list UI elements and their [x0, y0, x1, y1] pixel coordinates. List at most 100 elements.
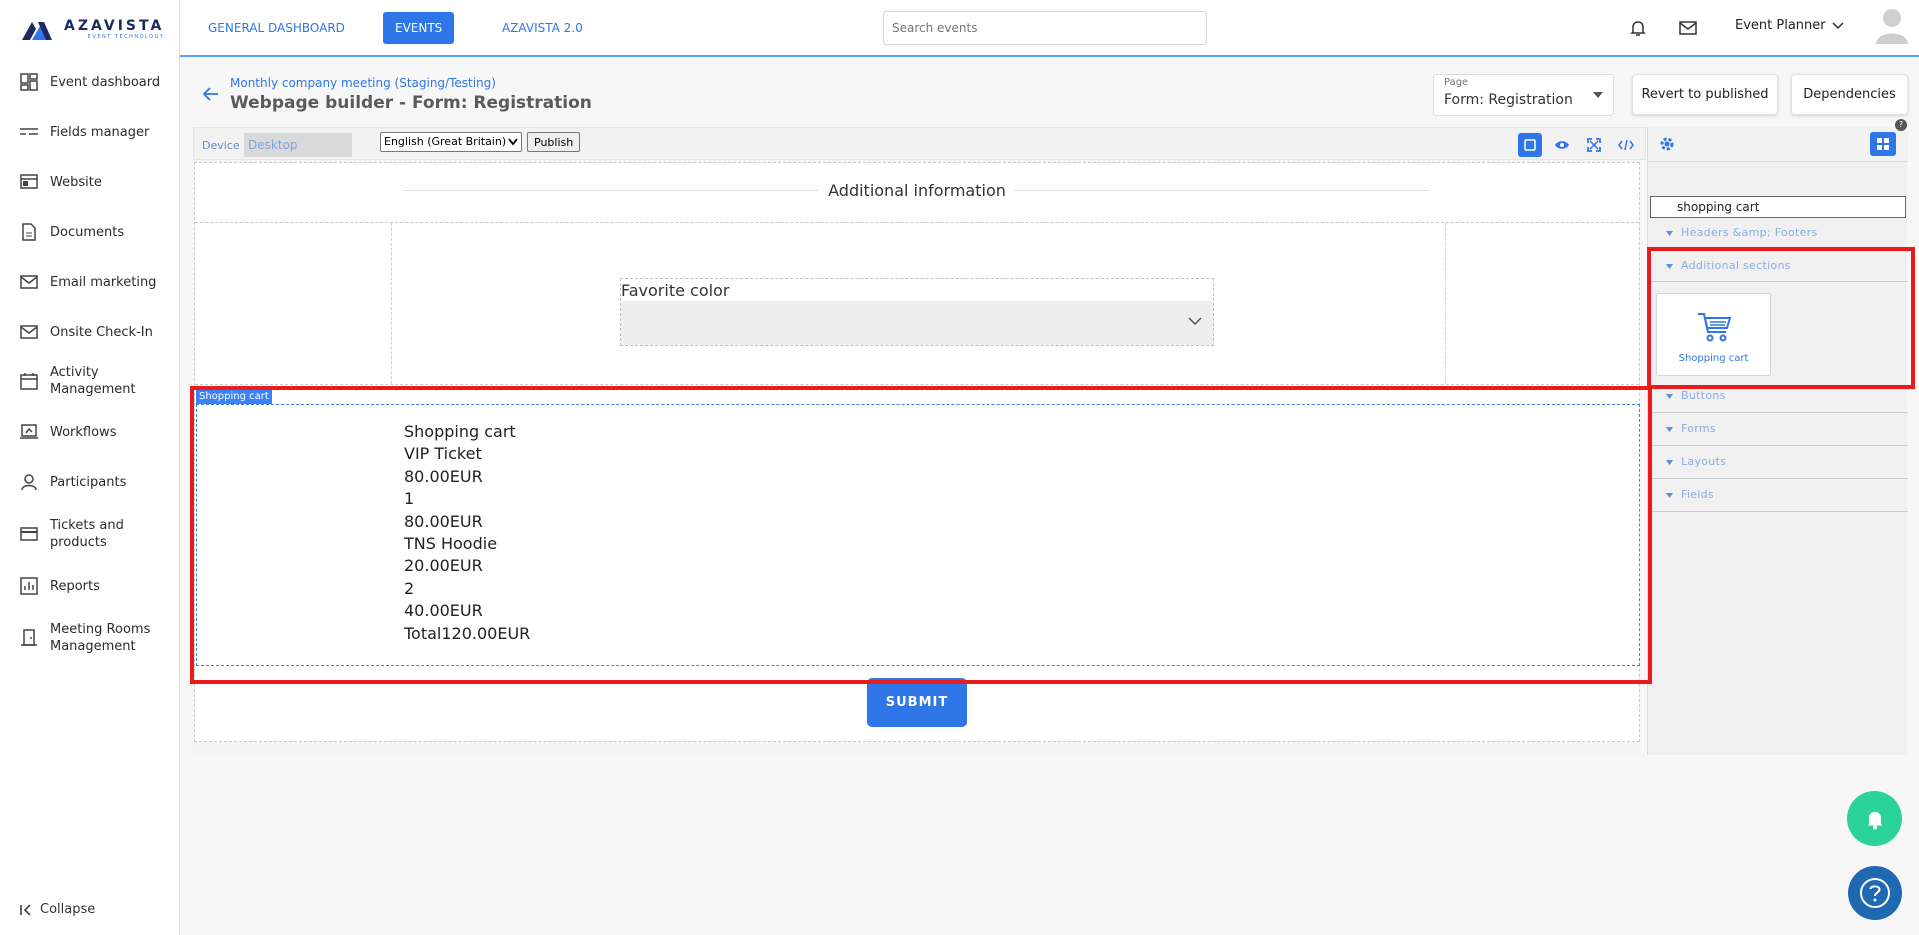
category-headers-footers[interactable]: Headers &amp; Footers — [1648, 219, 1908, 249]
top-bar: GENERAL DASHBOARD EVENTS AZAVISTA 2.0 Ev… — [180, 0, 1919, 57]
sidebar-item-fields-manager[interactable]: Fields manager — [0, 122, 180, 142]
sidebar-item-meeting-rooms-management[interactable]: Meeting Rooms Management — [0, 621, 180, 655]
sidebar-item-event-dashboard[interactable]: Event dashboard — [0, 72, 180, 92]
shopping-cart-block[interactable]: Shopping cart VIP Ticket 80.00EUR 1 80.0… — [196, 404, 1640, 666]
collapse-button[interactable]: Collapse — [20, 902, 95, 917]
favorite-color-field[interactable]: Favorite color — [620, 278, 1214, 346]
azavista-logo-icon — [22, 22, 52, 40]
mail-icon[interactable] — [1678, 18, 1698, 38]
chevron-down-icon — [1188, 317, 1202, 326]
caret-down-icon — [1666, 493, 1673, 498]
shopping-cart-block-tile[interactable]: Shopping cart — [1656, 293, 1771, 376]
gear-icon[interactable] — [1658, 135, 1676, 153]
section-title-row[interactable]: Additional information — [195, 163, 1639, 223]
category-buttons[interactable]: Buttons — [1648, 382, 1908, 413]
category-label: Additional sections — [1681, 259, 1791, 272]
user-menu[interactable]: Event Planner — [1735, 18, 1844, 33]
search-input[interactable] — [883, 11, 1207, 45]
sidebar-item-label: Email marketing — [50, 274, 157, 290]
sidebar-item-participants[interactable]: Participants — [0, 472, 180, 492]
eye-icon — [1555, 141, 1569, 149]
avatar[interactable] — [1874, 6, 1910, 44]
submit-button[interactable]: SUBMIT — [867, 678, 967, 727]
collapse-label: Collapse — [40, 902, 96, 917]
favorite-color-row[interactable]: Favorite color — [195, 223, 1639, 385]
brand-logo[interactable]: AZAVISTA EVENT TECHNOLOGY — [22, 16, 164, 42]
revert-to-published-button[interactable]: Revert to published — [1632, 74, 1778, 115]
sidebar-item-label: Event dashboard — [50, 74, 161, 90]
sidebar-item-label: Website — [50, 174, 102, 190]
sidebar-item-label: Activity Management — [50, 365, 136, 397]
sidebar-item-documents[interactable]: Documents — [0, 222, 180, 242]
mail-icon — [19, 272, 39, 292]
favorite-color-label: Favorite color — [621, 281, 730, 300]
view-components-button[interactable] — [1518, 133, 1542, 157]
document-icon — [19, 222, 39, 242]
preview-button[interactable] — [1550, 133, 1574, 157]
brand-name: AZAVISTA — [64, 17, 165, 34]
sidebar-item-label: Participants — [50, 474, 127, 490]
help-fab[interactable] — [1848, 866, 1902, 920]
dependencies-button[interactable]: Dependencies — [1791, 74, 1908, 115]
language-select[interactable]: English (Great Britain) — [380, 132, 522, 152]
sidebar-item-tickets-and-products[interactable]: Tickets and products — [0, 517, 180, 551]
shopping-cart-block-tag: Shopping cart — [196, 390, 272, 404]
bell-icon — [1867, 811, 1882, 829]
category-fields[interactable]: Fields — [1648, 481, 1908, 512]
device-select[interactable]: Desktop — [244, 133, 352, 157]
cart-item-name: TNS Hoodie — [404, 534, 498, 554]
column-divider — [1445, 223, 1446, 384]
help-badge[interactable]: ? — [1895, 119, 1907, 131]
caret-down-icon — [1666, 460, 1673, 465]
category-layouts[interactable]: Layouts — [1648, 448, 1908, 479]
sidebar-item-email-marketing[interactable]: Email marketing — [0, 272, 180, 292]
breadcrumb[interactable]: Monthly company meeting (Staging/Testing… — [230, 76, 496, 90]
category-label: Forms — [1681, 422, 1716, 435]
sidebar-item-label: Meeting Rooms Management — [50, 622, 151, 654]
brand-tagline: EVENT TECHNOLOGY — [87, 33, 165, 40]
sidebar-item-activity-management[interactable]: Activity Management — [0, 364, 180, 398]
cart-item-quantity: 2 — [404, 578, 415, 598]
mail-icon — [19, 322, 39, 342]
open-blocks-button[interactable] — [1870, 132, 1896, 156]
favorite-color-select[interactable] — [621, 301, 1213, 345]
cart-item-price: 20.00EUR — [404, 556, 483, 576]
sidebar-item-onsite-check-in[interactable]: Onsite Check-In — [0, 322, 180, 342]
notifications-fab[interactable] — [1847, 791, 1902, 846]
cart-item-subtotal: 80.00EUR — [404, 511, 483, 531]
door-icon — [19, 628, 39, 648]
tab-events[interactable]: EVENTS — [383, 12, 455, 44]
cart-item-subtotal: 40.00EUR — [404, 601, 483, 621]
sidebar-item-reports[interactable]: Reports — [0, 576, 180, 596]
fullscreen-button[interactable] — [1582, 133, 1606, 157]
category-forms[interactable]: Forms — [1648, 415, 1908, 446]
code-view-button[interactable] — [1614, 133, 1638, 157]
publish-button[interactable]: Publish — [527, 132, 581, 152]
category-additional-sections[interactable]: Additional sections — [1648, 252, 1908, 282]
dashboard-icon — [19, 72, 39, 92]
page-select-label: Page — [1444, 77, 1469, 88]
back-arrow-icon[interactable] — [201, 84, 221, 104]
website-icon — [19, 172, 39, 192]
caret-down-icon — [1593, 92, 1603, 98]
tab-azavista-2[interactable]: AZAVISTA 2.0 — [494, 12, 591, 44]
bell-icon[interactable] — [1628, 18, 1648, 38]
code-icon — [1618, 139, 1634, 151]
sidebar-item-label: Documents — [50, 224, 125, 240]
page-select[interactable]: Page Form: Registration — [1433, 74, 1614, 116]
language-select-value: English (Great Britain) — [384, 135, 507, 148]
user-name: Event Planner — [1735, 18, 1826, 33]
cart-item-price: 80.00EUR — [404, 466, 483, 486]
sidebar-item-label: Fields manager — [50, 124, 150, 140]
sidebar-item-website[interactable]: Website — [0, 172, 180, 192]
block-search-input[interactable] — [1650, 196, 1906, 218]
sidebar-item-label: Tickets and products — [50, 518, 124, 550]
section-title: Additional information — [828, 181, 1006, 200]
blocks-panel: ? Headers &amp; Footers Additional secti… — [1647, 119, 1908, 755]
cart-total: Total120.00EUR — [404, 623, 531, 643]
tab-general-dashboard[interactable]: GENERAL DASHBOARD — [200, 12, 353, 44]
sidebar-item-workflows[interactable]: Workflows — [0, 422, 180, 442]
person-icon — [19, 472, 39, 492]
column-divider — [391, 223, 392, 384]
calendar-icon — [19, 371, 39, 391]
